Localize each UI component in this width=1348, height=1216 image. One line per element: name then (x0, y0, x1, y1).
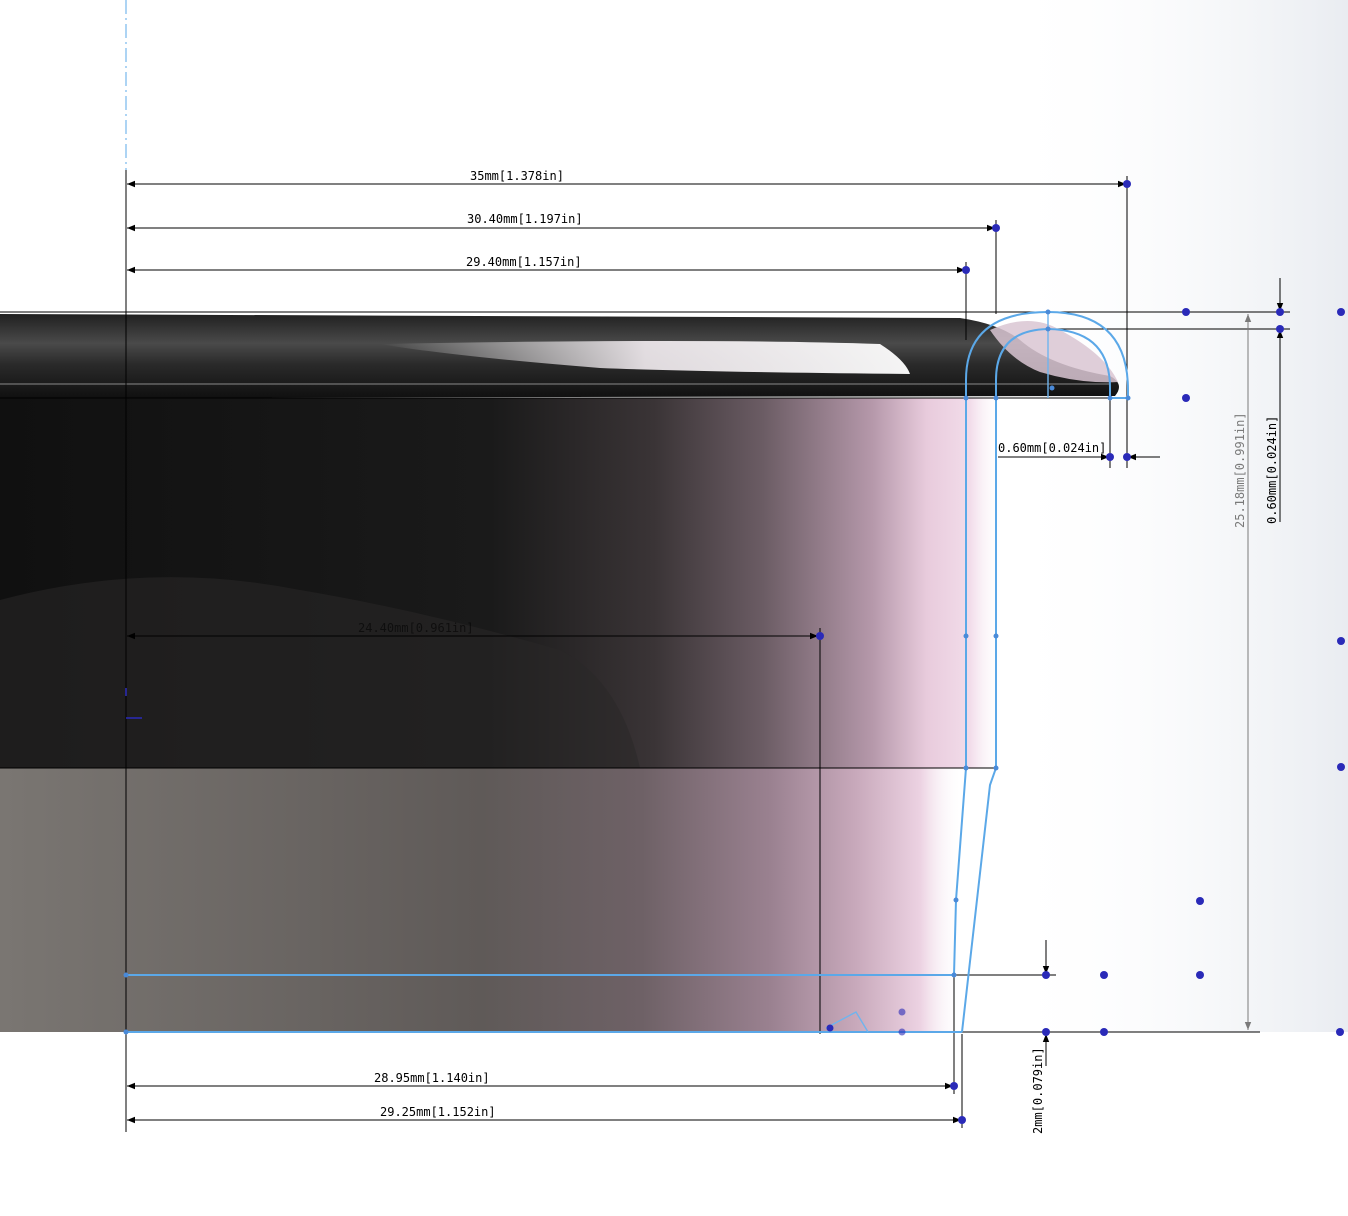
dim-2-text[interactable]: 2mm[0.079in] (1031, 1047, 1045, 1134)
dim-2925-text[interactable]: 29.25mm[1.152in] (380, 1105, 496, 1119)
sketch-profile-outer[interactable] (961, 310, 1129, 1033)
dim-3040-text[interactable]: 30.40mm[1.197in] (467, 212, 583, 226)
dim-2895-text[interactable]: 28.95mm[1.140in] (374, 1071, 490, 1085)
dim-060v-text[interactable]: 0.60mm[0.024in] (1265, 416, 1279, 524)
dim-inner-text[interactable]: 24.40mm[0.961in] (358, 621, 474, 635)
sketch-profile-inner[interactable] (126, 398, 967, 976)
dim-2940-text[interactable]: 29.40mm[1.157in] (466, 255, 582, 269)
dim-060h-text[interactable]: 0.60mm[0.024in] (998, 441, 1106, 455)
sketch-points[interactable] (123, 180, 1346, 1124)
dim-35-text[interactable]: 35mm[1.378in] (470, 169, 564, 183)
dim-2518-text[interactable]: 25.18mm[0.991in] (1233, 412, 1247, 528)
sketch-overlay: 35mm[1.378in] 30.40mm[1.197in] 29.40mm[1… (0, 0, 1346, 1134)
